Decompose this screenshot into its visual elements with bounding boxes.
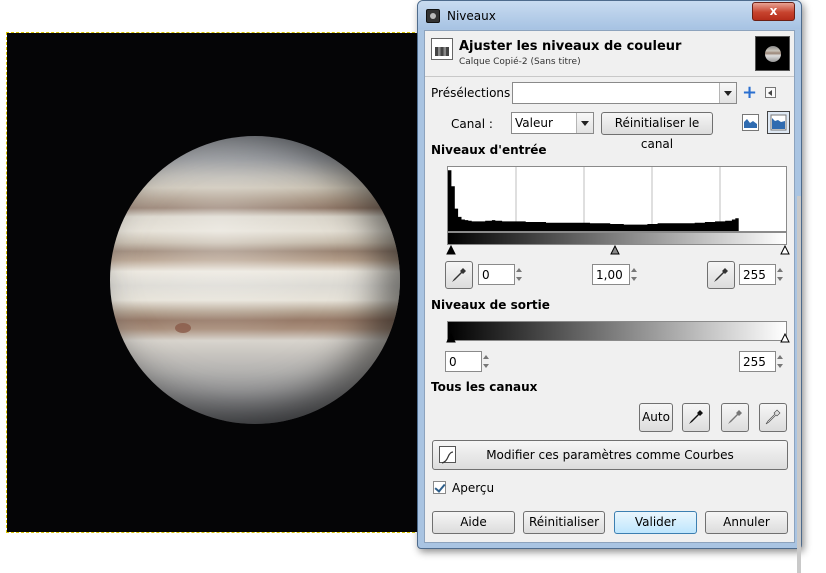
channel-label: Canal : [451, 117, 493, 131]
cancel-button[interactable]: Annuler [705, 511, 788, 534]
eyedropper-icon [689, 410, 703, 424]
dialog-header: Ajuster les niveaux de couleur Calque Co… [425, 31, 794, 75]
output-high-slider[interactable] [780, 332, 790, 343]
add-preset-icon[interactable]: + [742, 84, 757, 102]
input-levels-title: Niveaux d'entrée [431, 143, 547, 157]
channel-combo[interactable]: Valeur [511, 112, 594, 134]
scrollbar[interactable] [797, 196, 801, 573]
eyedropper-icon [452, 268, 466, 282]
output-sliders[interactable] [442, 331, 792, 343]
white-point-picker[interactable] [707, 261, 735, 289]
output-high-field[interactable]: 255 [739, 351, 783, 372]
gamma-slider[interactable] [610, 244, 620, 255]
histogram-chart [448, 167, 786, 231]
window-title: Niveaux [447, 9, 496, 23]
layer-thumbnail [755, 36, 790, 71]
auto-button[interactable]: Auto [639, 403, 673, 432]
input-sliders[interactable] [442, 243, 792, 255]
white-point-slider[interactable] [780, 244, 790, 255]
preset-menu-icon[interactable] [765, 87, 776, 98]
curves-icon [439, 446, 456, 464]
levels-dialog: Niveaux x Ajuster les niveaux de couleur… [417, 0, 802, 573]
presets-label: Présélections : [431, 86, 519, 100]
levels-icon [431, 38, 453, 60]
eyedropper-icon [728, 410, 742, 424]
channel-value: Valeur [515, 116, 553, 130]
spin-arrows-icon[interactable] [776, 265, 785, 284]
divider [425, 76, 794, 77]
help-button[interactable]: Aide [432, 511, 515, 534]
pick-black-button[interactable] [682, 403, 710, 432]
input-high-field[interactable]: 255 [739, 264, 783, 285]
image-layer[interactable] [6, 32, 420, 533]
ok-button[interactable]: Valider [614, 511, 697, 534]
edit-as-curves-button[interactable]: Modifier ces paramètres comme Courbes [432, 440, 788, 470]
layer-name: Calque Copié-2 (Sans titre) [459, 57, 581, 67]
spin-arrows-icon[interactable] [515, 265, 524, 284]
output-low-field[interactable]: 0 [445, 351, 489, 372]
planet-image [110, 136, 400, 424]
linear-histogram-icon[interactable] [742, 114, 759, 131]
gamma-field[interactable]: 1,00 [592, 264, 637, 285]
black-point-slider[interactable] [446, 244, 456, 255]
eyedropper-icon [765, 409, 781, 425]
all-channels-title: Tous les canaux [431, 380, 538, 394]
spin-arrows-icon[interactable] [630, 265, 639, 284]
reset-channel-button[interactable]: Réinitialiser le canal [601, 112, 713, 151]
output-low-slider[interactable] [446, 332, 456, 343]
close-button[interactable]: x [752, 2, 795, 21]
input-low-field[interactable]: 0 [478, 264, 522, 285]
dialog-heading: Ajuster les niveaux de couleur [459, 39, 682, 54]
eyedropper-icon [714, 268, 728, 282]
chevron-down-icon[interactable] [719, 83, 736, 103]
output-levels-title: Niveaux de sortie [431, 298, 550, 312]
input-histogram[interactable] [447, 166, 787, 232]
chevron-down-icon[interactable] [576, 113, 593, 133]
spin-arrows-icon[interactable] [776, 352, 785, 371]
great-red-spot [175, 323, 191, 333]
pick-white-button[interactable] [759, 403, 787, 432]
presets-combo[interactable] [512, 82, 737, 104]
app-icon [426, 9, 440, 23]
pick-gray-button[interactable] [721, 403, 749, 432]
title-bar[interactable]: Niveaux x [418, 1, 801, 29]
preview-checkbox[interactable] [433, 481, 446, 494]
log-histogram-icon[interactable] [767, 111, 790, 134]
dialog-body: Ajuster les niveaux de couleur Calque Co… [424, 30, 801, 573]
black-point-picker[interactable] [445, 261, 473, 289]
preview-label[interactable]: Aperçu [452, 481, 494, 495]
spin-arrows-icon[interactable] [482, 352, 491, 371]
reset-button[interactable]: Réinitialiser [523, 511, 605, 534]
